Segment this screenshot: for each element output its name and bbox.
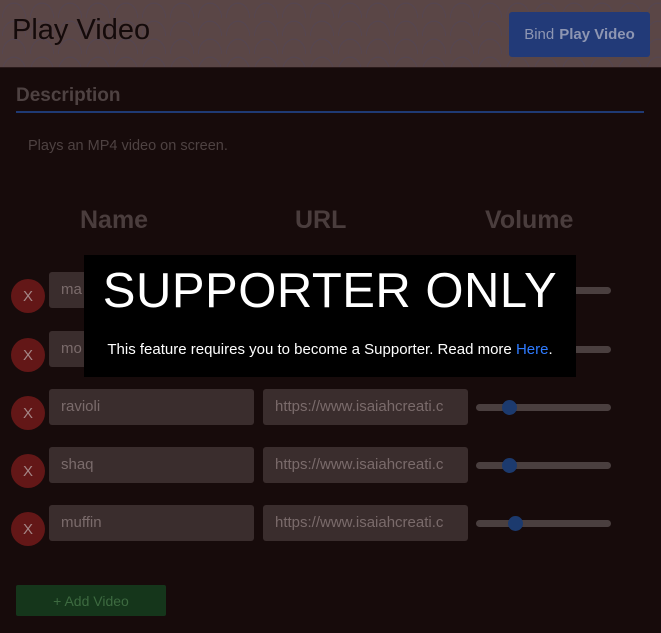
bind-prefix-label: Bind — [524, 26, 555, 43]
overlay-here-link[interactable]: Here — [516, 341, 549, 358]
delete-row-button[interactable]: X — [11, 396, 45, 430]
volume-slider[interactable] — [476, 400, 611, 415]
column-header-name: Name — [80, 206, 149, 234]
video-url-input[interactable]: https://www.isaiahcreati.c — [263, 389, 468, 425]
overlay-message: This feature requires you to become a Su… — [84, 341, 576, 358]
delete-row-button[interactable]: X — [11, 454, 45, 488]
delete-row-button[interactable]: X — [11, 512, 45, 546]
delete-row-button[interactable]: X — [11, 279, 45, 313]
delete-row-button[interactable]: X — [11, 338, 45, 372]
description-heading: Description — [16, 85, 121, 106]
add-video-button[interactable]: + Add Video — [16, 585, 166, 616]
overlay-title: SUPPORTER ONLY — [102, 264, 558, 318]
supporter-only-overlay: SUPPORTER ONLY This feature requires you… — [84, 255, 576, 377]
column-header-volume: Volume — [485, 206, 574, 234]
video-name-input[interactable]: muffin — [49, 505, 254, 541]
page-title: Play Video — [12, 14, 151, 46]
overlay-message-suffix: . — [548, 341, 553, 358]
video-row: Xravioli https://www.isaiahcreati.c — [0, 389, 661, 430]
video-row: Xmuffin https://www.isaiahcreati.c — [0, 505, 661, 546]
volume-slider[interactable] — [476, 516, 611, 531]
video-row: Xshaq https://www.isaiahcreati.c — [0, 447, 661, 488]
volume-slider-thumb[interactable] — [502, 400, 517, 415]
volume-slider-thumb[interactable] — [502, 458, 517, 473]
description-divider — [16, 111, 644, 113]
video-name-input[interactable]: ravioli — [49, 389, 254, 425]
volume-slider-thumb[interactable] — [508, 516, 523, 531]
bind-play-video-button[interactable]: Bind Play Video — [509, 12, 650, 57]
bind-action-label: Play Video — [559, 26, 635, 43]
column-header-url: URL — [295, 206, 347, 234]
video-url-input[interactable]: https://www.isaiahcreati.c — [263, 505, 468, 541]
volume-slider[interactable] — [476, 458, 611, 473]
overlay-message-text: This feature requires you to become a Su… — [107, 341, 516, 358]
video-url-input[interactable]: https://www.isaiahcreati.c — [263, 447, 468, 483]
description-text: Plays an MP4 video on screen. — [28, 138, 228, 154]
header-bar: Play Video Bind Play Video — [0, 0, 661, 68]
video-name-input[interactable]: shaq — [49, 447, 254, 483]
